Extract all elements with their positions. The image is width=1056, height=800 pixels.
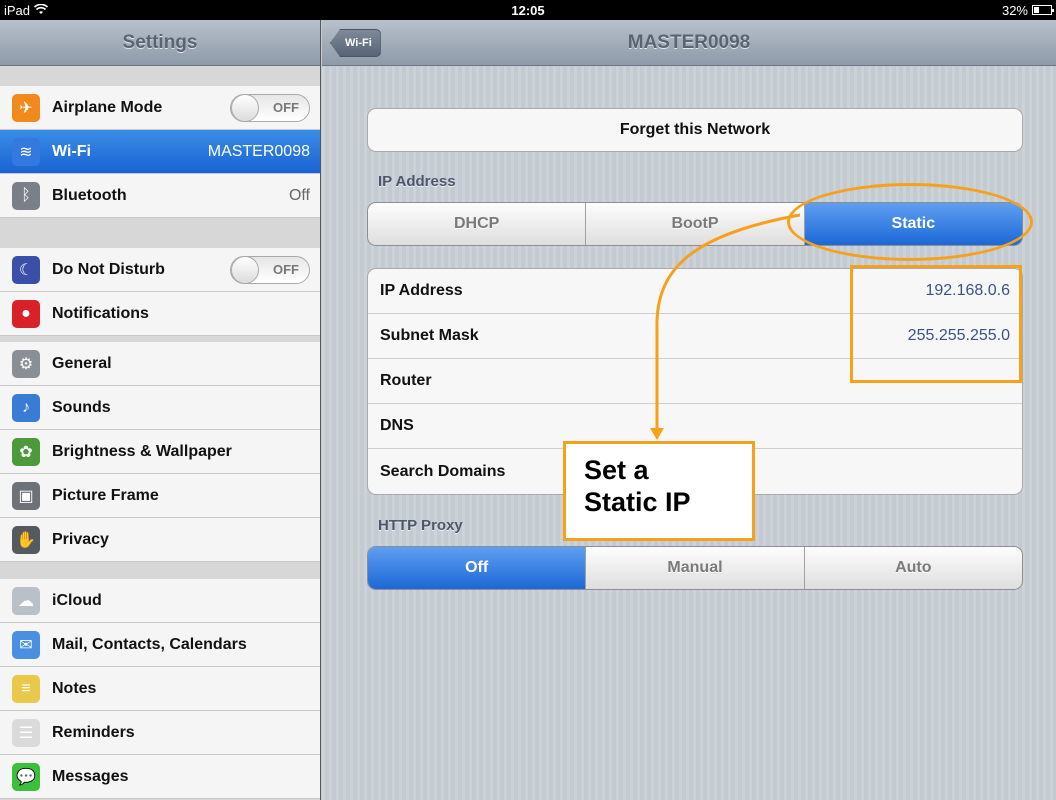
ip-mode-dhcp-segment[interactable]: DHCP — [368, 203, 587, 245]
device-label: iPad — [4, 2, 31, 18]
nav-bar: Wi-Fi MASTER0098 — [322, 20, 1056, 66]
sidebar-item-label: Privacy — [52, 530, 109, 548]
toggle-state: OFF — [273, 262, 299, 277]
ip-values-highlight-box — [850, 265, 1022, 383]
sidebar-group: ⚙ General ♪ Sounds ✿ Brightness & Wallpaper ▣ P… — [0, 342, 320, 562]
messages-icon: 💬 — [12, 762, 40, 791]
page-title: MASTER0098 — [627, 31, 751, 53]
sidebar-item-label: Bluetooth — [52, 186, 127, 204]
sidebar-item-value: Off — [288, 186, 310, 204]
sidebar-group: ☾ Do Not Disturb OFF ● Notifications — [0, 248, 320, 336]
sidebar-item-label: Sounds — [52, 398, 111, 416]
sidebar-item-airplane-mode[interactable]: ✈ Airplane Mode OFF — [0, 86, 320, 130]
sidebar-item-icloud[interactable]: ☁ iCloud — [0, 579, 320, 623]
sidebar-item-reminders[interactable]: ☰ Reminders — [0, 711, 320, 755]
sidebar-item-brightness-wallpaper[interactable]: ✿ Brightness & Wallpaper — [0, 430, 320, 474]
ip-address-section-label: IP Address — [378, 173, 456, 190]
sidebar-item-label: General — [52, 354, 112, 372]
sidebar-item-label: Wi-Fi — [52, 142, 91, 160]
sidebar-group: ✈ Airplane Mode OFF ≋ Wi-Fi MASTER0098 ᛒ Blueto… — [0, 86, 320, 218]
sidebar-item-picture-frame[interactable]: ▣ Picture Frame — [0, 474, 320, 518]
clock: 12:05 — [511, 2, 545, 18]
speaker-icon: ♪ — [12, 393, 40, 422]
wifi-icon: ≋ — [12, 137, 40, 166]
moon-icon: ☾ — [12, 255, 40, 284]
toggle-knob — [231, 255, 259, 284]
back-button-wifi[interactable]: Wi-Fi — [330, 29, 381, 57]
cloud-icon: ☁ — [12, 586, 40, 615]
static-highlight-ellipse — [787, 183, 1033, 261]
picture-frame-icon: ▣ — [12, 481, 40, 510]
sidebar-item-mail-contacts-calendars[interactable]: ✉ Mail, Contacts, Calendars — [0, 623, 320, 667]
sidebar-item-value: MASTER0098 — [207, 142, 310, 160]
http-proxy-section-label: HTTP Proxy — [378, 517, 463, 534]
status-left: iPad — [4, 2, 49, 18]
notes-icon: ≡ — [12, 674, 40, 703]
sidebar-item-label: Notifications — [52, 304, 149, 322]
router-label: Router — [380, 372, 432, 389]
sidebar-item-label: Messages — [52, 767, 129, 785]
sidebar-item-label: Mail, Contacts, Calendars — [52, 635, 247, 653]
gear-icon: ⚙ — [12, 349, 40, 378]
airplane-icon: ✈ — [12, 93, 40, 122]
sidebar-item-label: Picture Frame — [52, 486, 159, 504]
toggle-state: OFF — [273, 100, 299, 115]
sidebar-title: Settings — [0, 20, 320, 66]
notifications-icon: ● — [12, 299, 40, 328]
ip-address-label: IP Address — [380, 282, 463, 299]
sidebar-item-label: iCloud — [52, 591, 102, 609]
sidebar-item-label: Reminders — [52, 723, 135, 741]
set-static-ip-callout: Set a Static IP — [563, 441, 755, 541]
sidebar-item-bluetooth[interactable]: ᛒ Bluetooth Off — [0, 174, 320, 218]
sidebar-item-wi-fi[interactable]: ≋ Wi-Fi MASTER0098 — [0, 130, 320, 174]
sidebar-item-notes[interactable]: ≡ Notes — [0, 667, 320, 711]
bluetooth-icon: ᛒ — [12, 181, 40, 210]
proxy-manual-segment[interactable]: Manual — [586, 547, 805, 589]
sidebar-item-general[interactable]: ⚙ General — [0, 342, 320, 386]
toggle-knob — [231, 93, 259, 122]
reminders-icon: ☰ — [12, 718, 40, 747]
sidebar-item-label: Notes — [52, 679, 97, 697]
subnet-mask-label: Subnet Mask — [380, 327, 479, 344]
callout-line-1: Set a — [584, 455, 649, 485]
sidebar-item-sounds[interactable]: ♪ Sounds — [0, 386, 320, 430]
proxy-off-segment[interactable]: Off — [368, 547, 587, 589]
status-right: 32% — [1001, 2, 1054, 18]
sidebar-group: ☁ iCloud ✉ Mail, Contacts, Calendars ≡ Notes ☰… — [0, 579, 320, 799]
dns-label: DNS — [380, 417, 414, 434]
ip-mode-bootp-segment[interactable]: BootP — [586, 203, 805, 245]
wifi-detail-pane: Wi-Fi MASTER0098 Forget this Network IP … — [322, 20, 1056, 800]
sidebar-item-messages[interactable]: 💬 Messages — [0, 755, 320, 799]
battery-percent: 32% — [1001, 2, 1028, 18]
search-domains-label: Search Domains — [380, 462, 506, 480]
proxy-mode-segmented-control: Off Manual Auto — [367, 546, 1023, 590]
mail-icon: ✉ — [12, 630, 40, 659]
forget-network-button[interactable]: Forget this Network — [367, 108, 1023, 152]
hand-icon: ✋ — [12, 525, 40, 554]
callout-line-2: Static IP — [584, 487, 691, 518]
sidebar-item-label: Brightness & Wallpaper — [52, 442, 232, 460]
sidebar-item-do-not-disturb[interactable]: ☾ Do Not Disturb OFF — [0, 248, 320, 292]
status-bar: iPad 12:05 32% — [0, 0, 1056, 20]
sidebar-item-privacy[interactable]: ✋ Privacy — [0, 518, 320, 562]
airplane-mode-toggle[interactable]: OFF — [230, 93, 310, 122]
sidebar-item-label: Airplane Mode — [52, 98, 163, 116]
sidebar-item-label: Do Not Disturb — [52, 260, 165, 278]
wifi-signal-icon — [33, 3, 49, 18]
sidebar-item-notifications[interactable]: ● Notifications — [0, 292, 320, 336]
proxy-auto-segment[interactable]: Auto — [804, 547, 1022, 589]
do-not-disturb-toggle[interactable]: OFF — [230, 255, 310, 284]
battery-icon — [1032, 5, 1054, 15]
settings-sidebar: Settings ✈ Airplane Mode OFF ≋ Wi-Fi MASTER00… — [0, 20, 321, 800]
flower-icon: ✿ — [12, 437, 40, 466]
